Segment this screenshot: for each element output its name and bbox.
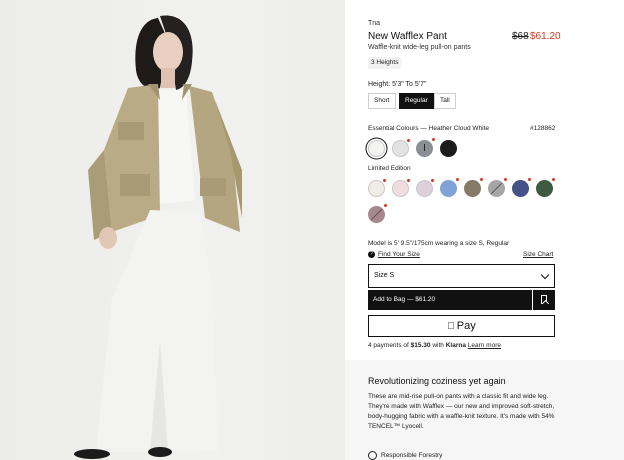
swatch-heather-cloud-white[interactable]	[368, 140, 385, 157]
product-title: New Wafflex Pant	[368, 31, 447, 42]
colour-code: #128862	[530, 125, 556, 132]
description-heading: Revolutionizing coziness yet again	[368, 376, 506, 386]
product-subtitle: Waffle-knit wide-leg pull-on pants	[368, 44, 471, 51]
wishlist-button[interactable]	[533, 290, 555, 310]
swatch-light-grey[interactable]	[392, 139, 410, 157]
model-info: Model is 5' 9.5"/175cm wearing a size S,…	[368, 240, 510, 247]
new-indicator-dot	[431, 179, 434, 182]
brand-name[interactable]: Tna	[368, 20, 380, 27]
height-label: Height: 5'3" To 5'7"	[368, 81, 427, 88]
swatch-blue[interactable]	[440, 178, 459, 197]
size-chart-link[interactable]: Size Chart	[523, 251, 553, 258]
apple-icon: 	[447, 321, 455, 332]
new-indicator-dot	[456, 178, 459, 181]
klarna-installments: 4 payments of $15.30 with Klarna Learn m…	[368, 342, 501, 349]
size-select[interactable]: Size S	[368, 264, 555, 288]
swatch-stone[interactable]	[488, 178, 507, 197]
klarna-amount: $15.30	[410, 342, 431, 349]
apple-pay-label: Pay	[453, 320, 476, 332]
limited-edition-label: Limited Edition	[368, 165, 411, 172]
chevron-down-icon	[540, 270, 550, 280]
height-option-tall[interactable]: Tall	[434, 93, 456, 109]
swatch-blush[interactable]	[392, 179, 410, 197]
klarna-learn-more-link[interactable]: Learn more	[468, 342, 501, 349]
find-your-size-label: Find Your Size	[378, 251, 420, 258]
new-indicator-dot	[528, 178, 531, 181]
swatch-olive[interactable]	[464, 178, 483, 197]
responsible-forestry-label: Responsible Forestry	[381, 452, 443, 459]
klarna-with: with	[430, 342, 446, 349]
responsible-forestry-feature[interactable]: Responsible Forestry	[368, 451, 442, 460]
question-icon: ?	[368, 251, 375, 258]
new-indicator-dot	[504, 178, 507, 181]
new-indicator-dot	[407, 179, 410, 182]
globe-icon	[368, 451, 377, 460]
heights-badge: 3 Heights	[368, 57, 402, 69]
swatch-navy[interactable]	[512, 178, 531, 197]
new-indicator-dot	[552, 178, 555, 181]
klarna-brand: Klarna	[445, 342, 466, 349]
new-indicator-dot	[384, 204, 387, 207]
unavailable-slash	[370, 208, 383, 221]
swatch-mauve[interactable]	[368, 204, 387, 223]
new-indicator-dot	[480, 178, 483, 181]
size-select-value: Size S	[374, 272, 395, 279]
find-your-size-link[interactable]: ? Find Your Size	[368, 251, 420, 258]
product-photo[interactable]	[0, 0, 345, 460]
essential-colours-label: Essential Colours — Heather Cloud White	[368, 125, 490, 132]
unavailable-slash	[490, 182, 503, 195]
model-illustration	[74, 15, 242, 459]
product-details: Tna New Wafflex Pant $68 $61.20 Waffle-k…	[345, 0, 624, 460]
swatch-green[interactable]	[536, 178, 555, 197]
pattern-mark	[424, 144, 425, 151]
new-indicator-dot	[432, 138, 435, 141]
bookmark-icon	[541, 295, 547, 304]
add-to-bag-button[interactable]: Add to Bag — $61.20	[368, 290, 532, 310]
klarna-prefix: 4 payments of	[368, 342, 411, 349]
apple-pay-button[interactable]:  Pay	[368, 315, 555, 337]
swatch-grey[interactable]	[416, 138, 435, 157]
new-indicator-dot	[383, 179, 386, 182]
height-option-short[interactable]: Short	[368, 93, 396, 109]
height-option-regular[interactable]: Regular	[399, 93, 434, 109]
swatch-lilac[interactable]	[416, 179, 434, 197]
sale-price: $61.20	[530, 31, 561, 42]
new-indicator-dot	[407, 139, 410, 142]
original-price: $68	[512, 31, 529, 42]
swatch-cream[interactable]	[368, 179, 386, 197]
swatch-black[interactable]	[440, 140, 457, 157]
description-body: These are mid-rise pull-on pants with a …	[368, 393, 555, 430]
